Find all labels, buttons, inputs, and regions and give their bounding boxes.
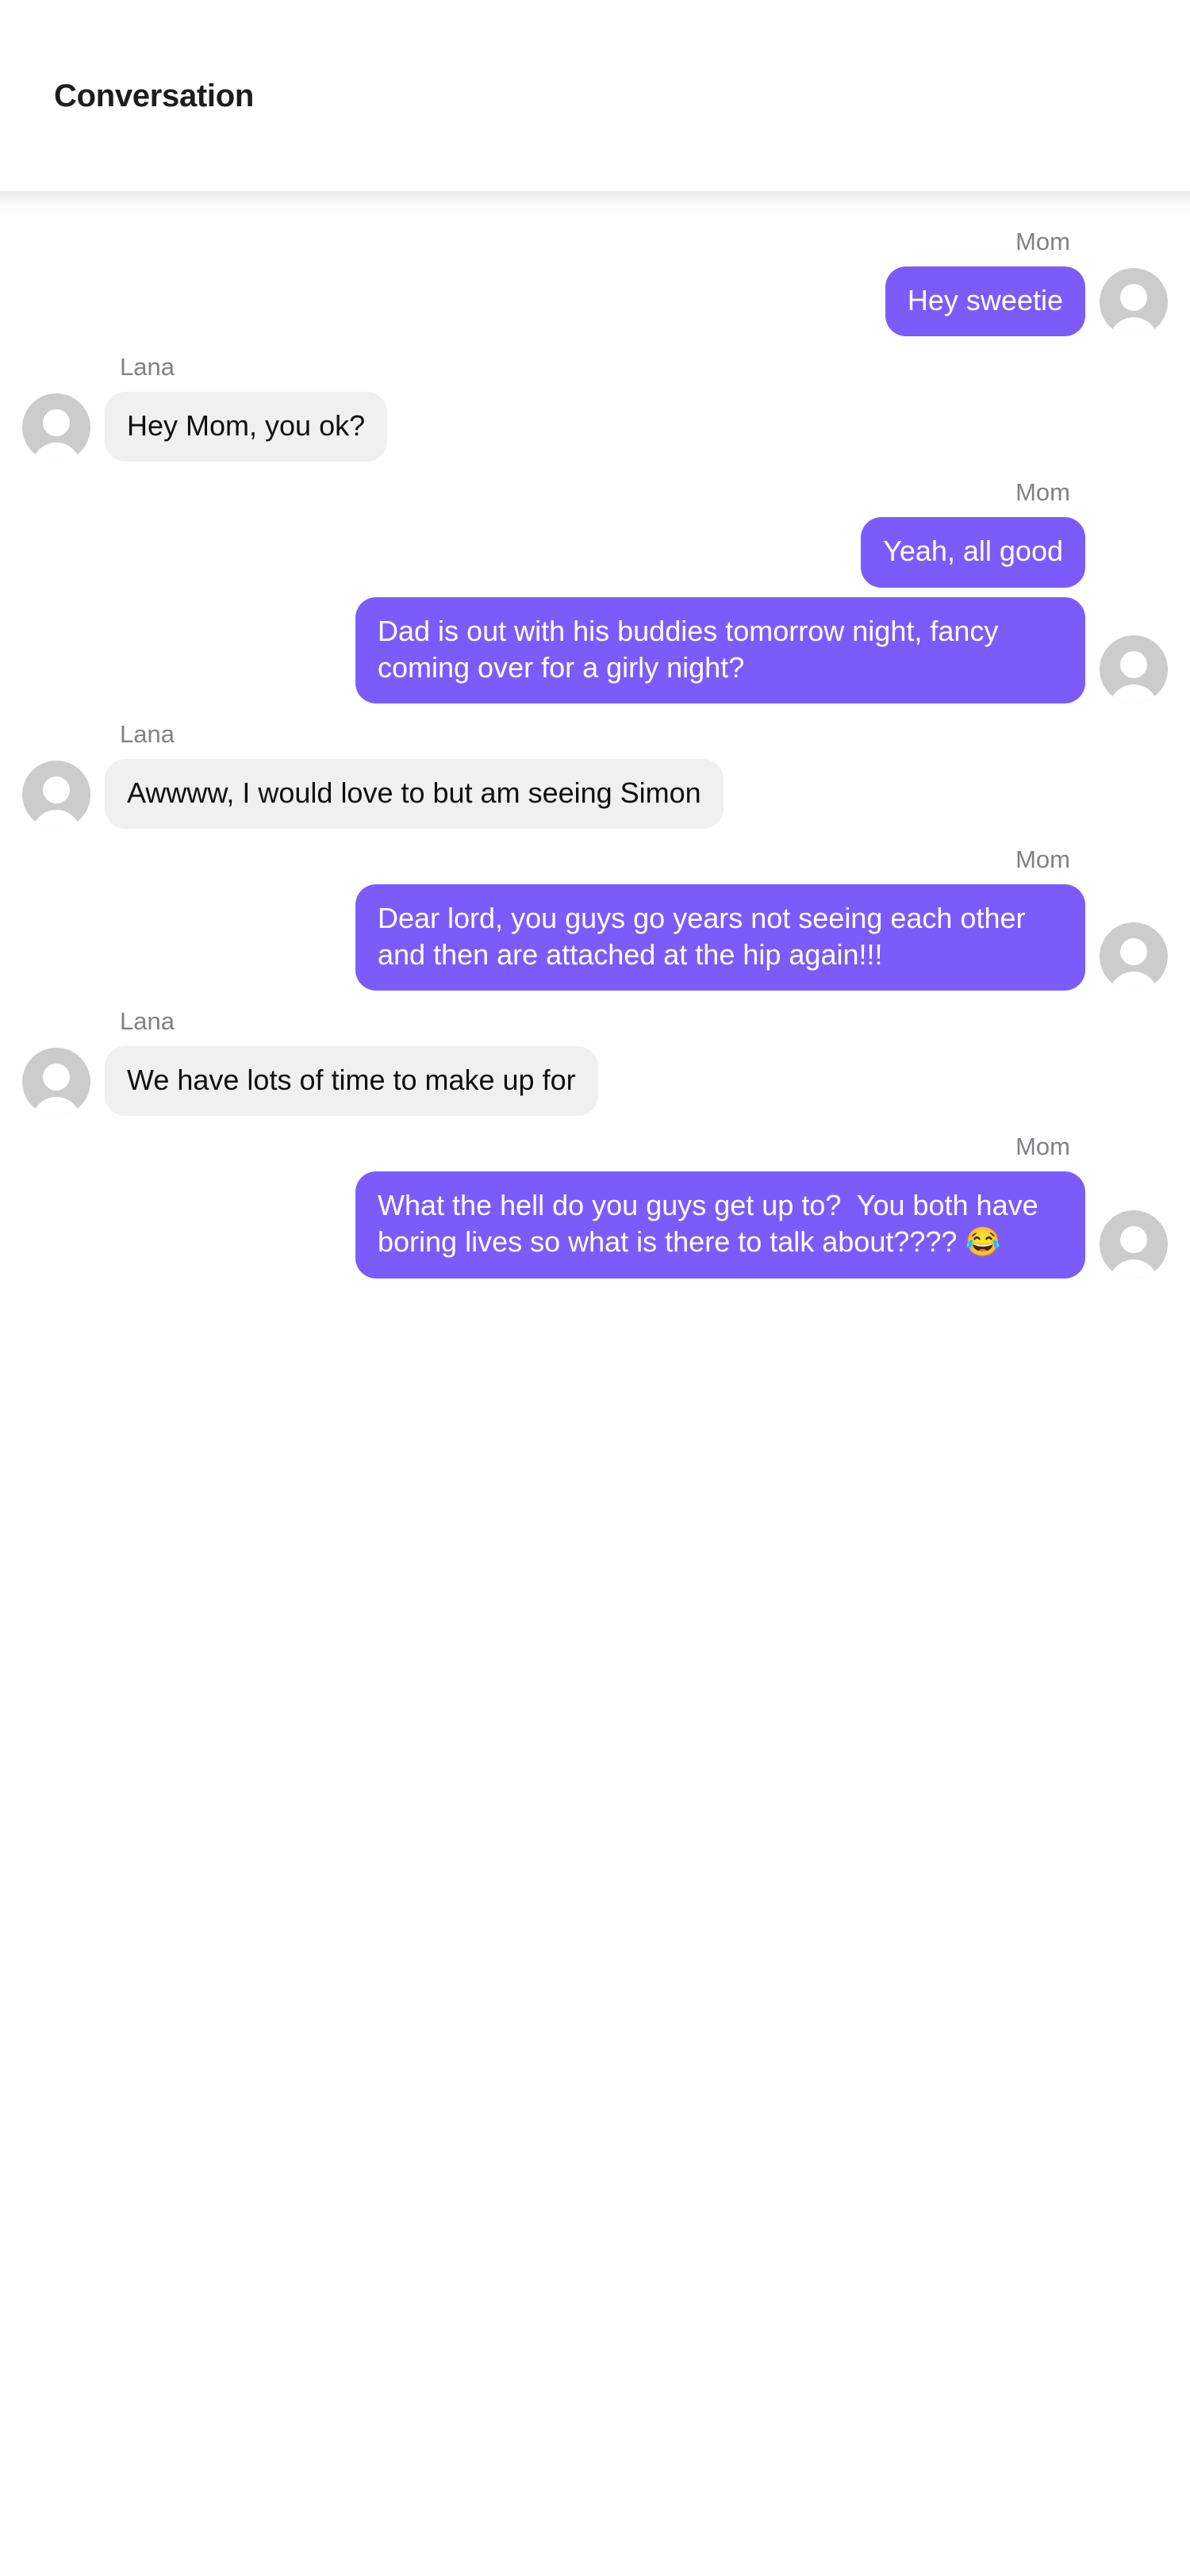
avatar-shoulders-shape [1109,684,1158,703]
message-row: Hey sweetie [885,266,1168,337]
person-avatar-icon[interactable] [1100,1209,1168,1278]
message-group: Mom Hey sweetie [22,228,1168,337]
message-thread[interactable]: Mom Hey sweetie Lana Hey Mom, you ok? Mom Yea… [0,191,1190,1278]
bubble-stack: Yeah, all good Dad is out with his buddie… [355,517,1085,703]
message-row: Yeah, all good Dad is out with his buddie… [355,517,1168,703]
message-row: Hey Mom, you ok? [22,392,388,462]
avatar-shoulders-shape [32,1097,81,1117]
conversation-screen: Conversation Mom Hey sweetie Lana Hey Mom, … [0,0,1190,2576]
bubble-stack: What the hell do you guys get up to? You… [355,1171,1085,1278]
avatar-shoulders-shape [32,443,81,462]
sender-name: Mom [1015,845,1070,873]
message-group: Lana We have lots of time to make up for [22,1007,1168,1117]
avatar-head-shape [1120,1225,1147,1253]
message-group: Lana Awwww, I would love to but am seeing… [22,719,1168,829]
person-avatar-icon[interactable] [1100,634,1168,703]
sender-name: Mom [1015,478,1070,507]
sender-name: Lana [120,353,175,381]
message-group: Mom Dear lord, you guys go years not seei… [22,845,1168,991]
message-bubble[interactable]: What the hell do you guys get up to? You… [355,1171,1085,1278]
avatar-head-shape [1120,938,1147,966]
message-bubble[interactable]: Awwww, I would love to but am seeing Sim… [105,758,724,829]
message-bubble[interactable]: Hey sweetie [885,266,1085,337]
message-group: Mom Yeah, all good Dad is out with his bud… [22,479,1168,703]
avatar-shoulders-shape [32,809,81,829]
avatar-shoulders-shape [1109,1259,1158,1278]
avatar-head-shape [43,409,70,437]
message-row: We have lots of time to make up for [22,1046,598,1117]
conversation-header: Conversation [0,0,1190,191]
bubble-stack: Awwww, I would love to but am seeing Sim… [105,758,724,829]
message-bubble[interactable]: Hey Mom, you ok? [105,392,388,462]
message-group: Mom What the hell do you guys get up to? … [22,1133,1168,1278]
message-row: What the hell do you guys get up to? You… [355,1171,1168,1278]
message-bubble[interactable]: Dad is out with his buddies tomorrow nig… [355,596,1085,703]
message-bubble[interactable]: Dear lord, you guys go years not seeing … [355,884,1085,991]
page-title: Conversation [54,78,255,113]
message-row: Dear lord, you guys go years not seeing … [355,884,1168,991]
bubble-stack: Hey sweetie [885,266,1085,337]
person-avatar-icon[interactable] [1100,268,1168,337]
bubble-stack: Hey Mom, you ok? [105,392,388,462]
message-group: Lana Hey Mom, you ok? [22,354,1168,462]
bubble-stack: Dear lord, you guys go years not seeing … [355,884,1085,991]
avatar-head-shape [1120,284,1147,312]
avatar-head-shape [1120,650,1147,678]
avatar-shoulders-shape [1109,972,1158,991]
message-bubble[interactable]: We have lots of time to make up for [105,1046,598,1117]
person-avatar-icon[interactable] [22,393,90,462]
avatar-head-shape [43,776,70,803]
avatar-head-shape [43,1064,70,1091]
person-avatar-icon[interactable] [22,1048,90,1117]
message-row: Awwww, I would love to but am seeing Sim… [22,758,724,829]
person-avatar-icon[interactable] [1100,922,1168,991]
sender-name: Lana [120,1007,175,1036]
avatar-shoulders-shape [1109,317,1158,337]
person-avatar-icon[interactable] [22,760,90,829]
message-bubble[interactable]: Yeah, all good [861,517,1085,588]
sender-name: Mom [1015,1133,1070,1161]
sender-name: Lana [120,719,175,748]
sender-name: Mom [1015,228,1070,255]
bubble-stack: We have lots of time to make up for [105,1046,598,1117]
